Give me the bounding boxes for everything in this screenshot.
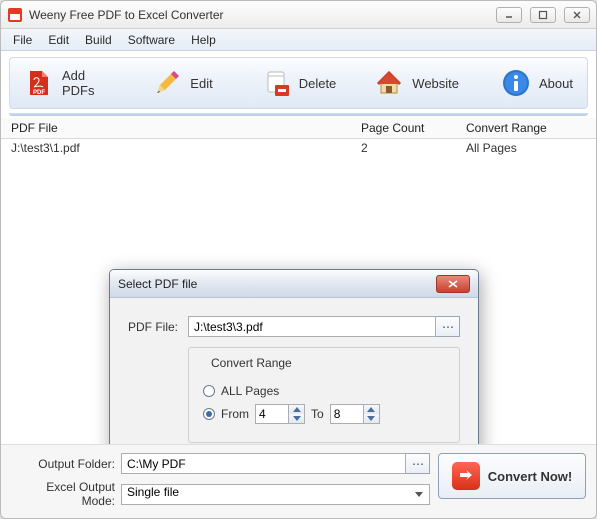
radio-icon — [203, 408, 215, 420]
cell-page: 2 — [361, 141, 466, 155]
add-pdfs-label: Add PDFs — [62, 68, 114, 98]
pdf-file-input[interactable] — [188, 316, 436, 337]
from-label: From — [221, 407, 249, 421]
info-icon — [501, 68, 531, 98]
main-window: Weeny Free PDF to Excel Converter File E… — [0, 0, 597, 519]
website-button[interactable]: Website — [364, 64, 469, 102]
all-pages-label: ALL Pages — [221, 384, 279, 398]
to-spinner[interactable] — [330, 404, 380, 424]
convert-icon — [452, 462, 480, 490]
output-folder-label: Output Folder: — [11, 457, 121, 471]
radio-icon — [203, 385, 215, 397]
cell-range: All Pages — [466, 141, 586, 155]
delete-icon — [261, 68, 291, 98]
edit-button[interactable]: Edit — [142, 64, 222, 102]
from-spinner[interactable] — [255, 404, 305, 424]
pencil-icon — [152, 68, 182, 98]
pdf-file-label: PDF File: — [128, 320, 188, 334]
convert-label: Convert Now! — [488, 469, 573, 484]
convert-range-fieldset: Convert Range ALL Pages From — [188, 347, 460, 443]
footer: Output Folder: ⋯ Excel Output Mode: Sing… — [1, 444, 596, 518]
convert-range-label: Convert Range — [207, 356, 296, 370]
dialog-title: Select PDF file — [118, 277, 436, 291]
browse-pdf-button[interactable]: ⋯ — [436, 316, 460, 337]
about-label: About — [539, 76, 573, 91]
col-page-header[interactable]: Page Count — [361, 121, 466, 135]
output-mode-label: Excel Output Mode: — [11, 480, 121, 508]
output-folder-input[interactable] — [121, 453, 406, 474]
minimize-button[interactable] — [496, 7, 522, 23]
output-mode-select[interactable]: Single file — [121, 484, 430, 505]
grid-header: PDF File Page Count Convert Range — [1, 118, 596, 139]
col-file-header[interactable]: PDF File — [11, 121, 361, 135]
output-mode-value: Single file — [127, 485, 179, 499]
to-label: To — [311, 407, 324, 421]
house-icon — [374, 68, 404, 98]
dialog-close-button[interactable] — [436, 275, 470, 293]
pdf-icon: PDF — [24, 68, 54, 98]
grid-body: J:\test3\1.pdf 2 All Pages Select PDF fi… — [1, 139, 596, 444]
edit-label: Edit — [190, 76, 212, 91]
menu-build[interactable]: Build — [77, 31, 120, 49]
menu-software[interactable]: Software — [120, 31, 183, 49]
window-controls — [496, 7, 590, 23]
select-pdf-dialog: Select PDF file PDF File: ⋯ Convert Rang… — [109, 269, 479, 444]
menu-file[interactable]: File — [5, 31, 40, 49]
about-button[interactable]: About — [491, 64, 583, 102]
maximize-button[interactable] — [530, 7, 556, 23]
col-range-header[interactable]: Convert Range — [466, 121, 586, 135]
to-down[interactable] — [364, 414, 379, 423]
app-icon — [7, 7, 23, 23]
menu-help[interactable]: Help — [183, 31, 224, 49]
toolbar: PDF Add PDFs Edit Delete Website About — [9, 57, 588, 109]
from-down[interactable] — [289, 414, 304, 423]
table-row[interactable]: J:\test3\1.pdf 2 All Pages — [1, 139, 596, 157]
titlebar: Weeny Free PDF to Excel Converter — [1, 1, 596, 29]
dialog-titlebar: Select PDF file — [110, 270, 478, 298]
delete-label: Delete — [299, 76, 337, 91]
radio-all-pages[interactable]: ALL Pages — [203, 384, 445, 398]
browse-output-button[interactable]: ⋯ — [406, 453, 430, 474]
to-up[interactable] — [364, 405, 379, 414]
to-input[interactable] — [330, 404, 364, 424]
add-pdfs-button[interactable]: PDF Add PDFs — [14, 64, 124, 102]
window-title: Weeny Free PDF to Excel Converter — [29, 8, 496, 22]
from-input[interactable] — [255, 404, 289, 424]
website-label: Website — [412, 76, 459, 91]
radio-from-to[interactable]: From To — [203, 404, 445, 424]
close-button[interactable] — [564, 7, 590, 23]
toolbar-shadow — [9, 113, 588, 116]
from-up[interactable] — [289, 405, 304, 414]
cell-file: J:\test3\1.pdf — [11, 141, 361, 155]
menu-edit[interactable]: Edit — [40, 31, 77, 49]
convert-now-button[interactable]: Convert Now! — [438, 453, 586, 499]
dialog-body: PDF File: ⋯ Convert Range ALL Pages From — [110, 298, 478, 444]
svg-text:PDF: PDF — [33, 90, 45, 96]
menubar: File Edit Build Software Help — [1, 29, 596, 51]
delete-button[interactable]: Delete — [251, 64, 347, 102]
